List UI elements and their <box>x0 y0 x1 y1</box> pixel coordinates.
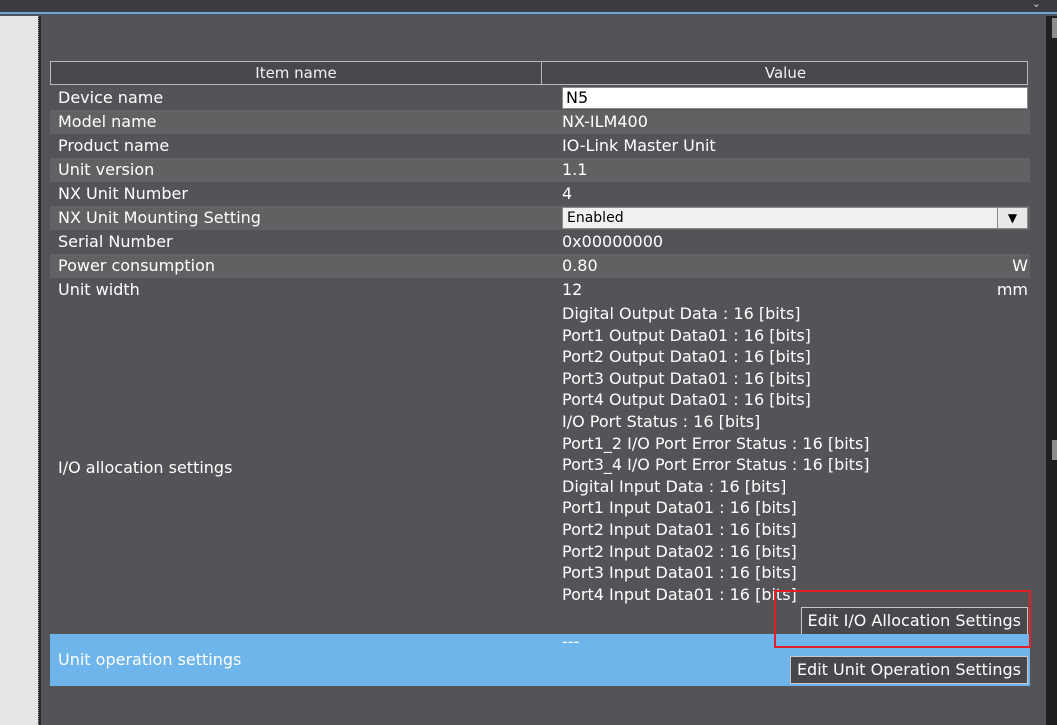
list-item: Port1_2 I/O Port Error Status : 16 [bits… <box>562 433 870 453</box>
row-label: Model name <box>58 112 157 131</box>
list-item: Port4 Output Data01 : 16 [bits] <box>562 390 811 410</box>
row-label: Product name <box>58 136 170 155</box>
list-item: Port3 Output Data01 : 16 [bits] <box>562 368 811 388</box>
scrollbar-marker[interactable] <box>1052 18 1057 38</box>
io-allocation-list: Digital Output Data : 16 [bits] Port1 Ou… <box>562 303 870 605</box>
row-mounting-setting[interactable]: NX Unit Mounting Setting Enabled ▼ <box>50 206 1030 230</box>
row-io-allocation[interactable]: I/O allocation settings Digital Output D… <box>50 302 1030 635</box>
unit-version-value: 1.1 <box>562 160 588 179</box>
product-name-value: IO-Link Master Unit <box>562 136 716 155</box>
window-top-bar: ⌄ <box>0 0 1057 14</box>
model-name-value: NX-ILM400 <box>562 112 648 131</box>
serial-number-value: 0x00000000 <box>562 232 664 251</box>
list-item: Port3_4 I/O Port Error Status : 16 [bits… <box>562 455 870 475</box>
list-item: I/O Port Status : 16 [bits] <box>562 411 761 431</box>
row-serial-number[interactable]: Serial Number 0x00000000 <box>50 230 1030 254</box>
unit-operation-value: --- <box>562 632 580 651</box>
row-label: Unit operation settings <box>58 650 242 669</box>
left-panel <box>0 16 38 725</box>
row-label: Serial Number <box>58 232 173 251</box>
power-unit: W <box>1012 256 1028 275</box>
row-device-name[interactable]: Device name N5 <box>50 86 1030 110</box>
list-item: Port1 Output Data01 : 16 [bits] <box>562 325 811 345</box>
list-item: Port2 Input Data02 : 16 [bits] <box>562 541 797 561</box>
device-name-field[interactable]: N5 <box>562 87 1028 109</box>
unit-width-value: 12 <box>562 280 583 299</box>
column-header-item-name[interactable]: Item name <box>51 62 542 84</box>
column-header-value[interactable]: Value <box>543 62 1028 84</box>
row-label: Device name <box>58 88 164 107</box>
row-label: I/O allocation settings <box>58 458 233 477</box>
row-unit-width[interactable]: Unit width 12 mm <box>50 278 1030 302</box>
width-unit: mm <box>996 280 1028 299</box>
list-item: Port2 Output Data01 : 16 [bits] <box>562 347 811 367</box>
row-label: Power consumption <box>58 256 216 275</box>
edit-unit-operation-button[interactable]: Edit Unit Operation Settings <box>789 656 1028 684</box>
highlight-box <box>774 590 1031 648</box>
mounting-setting-dropdown[interactable]: Enabled ▼ <box>562 207 1028 229</box>
row-product-name[interactable]: Product name IO-Link Master Unit <box>50 134 1030 158</box>
power-consumption-value: 0.80 <box>562 256 598 275</box>
list-item: Digital Input Data : 16 [bits] <box>562 476 787 496</box>
right-panel-edge <box>1046 16 1057 725</box>
row-label: NX Unit Mounting Setting <box>58 208 261 227</box>
list-item: Port1 Input Data01 : 16 [bits] <box>562 498 797 518</box>
row-power-consumption[interactable]: Power consumption 0.80 W <box>50 254 1030 278</box>
list-item: Port2 Input Data01 : 16 [bits] <box>562 519 797 539</box>
table-header: Item name Value <box>50 61 1028 85</box>
dropdown-arrow-icon[interactable]: ▼ <box>997 208 1027 228</box>
dropdown-selected-value: Enabled <box>567 210 624 226</box>
row-nx-unit-number[interactable]: NX Unit Number 4 <box>50 182 1030 206</box>
list-item: Digital Output Data : 16 [bits] <box>562 304 801 323</box>
row-label: Unit version <box>58 160 155 179</box>
row-label: Unit width <box>58 280 140 299</box>
row-unit-version[interactable]: Unit version 1.1 <box>50 158 1030 182</box>
chevron-down-icon[interactable]: ⌄ <box>1032 0 1041 10</box>
row-label: NX Unit Number <box>58 184 188 203</box>
scrollbar-marker[interactable] <box>1052 440 1057 460</box>
nx-unit-number-value: 4 <box>562 184 573 203</box>
row-model-name[interactable]: Model name NX-ILM400 <box>50 110 1030 134</box>
list-item: Port3 Input Data01 : 16 [bits] <box>562 563 797 583</box>
